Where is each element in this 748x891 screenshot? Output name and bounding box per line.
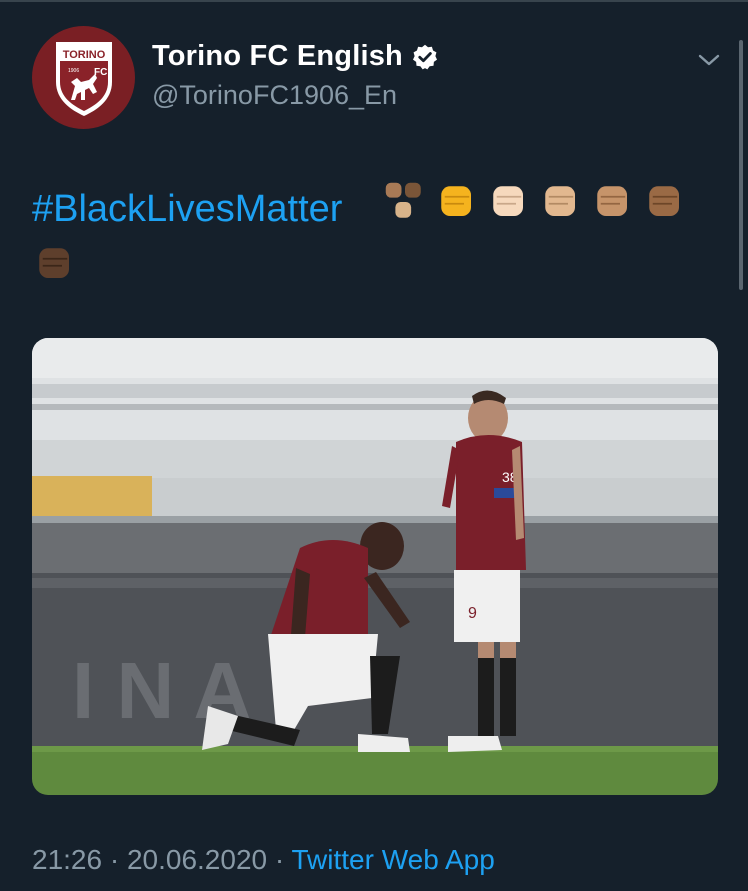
torino-crest-logo: TORINO 1906 FC <box>55 41 112 116</box>
avatar[interactable]: TORINO 1906 FC <box>32 26 135 129</box>
scrollbar[interactable] <box>739 40 743 290</box>
chevron-down-icon[interactable] <box>696 50 722 70</box>
fist-yellow-icon <box>441 186 471 216</box>
fist-medium-light-icon <box>545 186 575 216</box>
timestamp[interactable]: 21:26 · 20.06.2020 · <box>32 844 291 875</box>
players-kneeling-photo: I N A 38 9 <box>32 338 718 795</box>
raised-fists-group-icon <box>385 182 421 218</box>
svg-text:1906: 1906 <box>68 68 79 74</box>
top-divider <box>0 0 748 2</box>
emoji-row-2 <box>34 242 86 286</box>
fist-dark-icon <box>39 248 69 278</box>
fist-medium-icon <box>597 186 627 216</box>
verified-badge-icon <box>412 44 437 69</box>
tweet-meta: 21:26 · 20.06.2020 · Twitter Web App <box>32 844 495 876</box>
source-link[interactable]: Twitter Web App <box>291 844 494 875</box>
emoji-row <box>384 180 696 224</box>
tweet-photo[interactable]: I N A 38 9 <box>32 338 718 795</box>
svg-text:TORINO: TORINO <box>62 49 105 61</box>
display-name[interactable]: Torino FC English <box>152 40 403 73</box>
fist-light-icon <box>493 186 523 216</box>
hashtag-link[interactable]: #BlackLivesMatter <box>32 188 342 230</box>
svg-text:9: 9 <box>468 605 477 622</box>
user-handle[interactable]: @TorinoFC1906_En <box>152 80 397 111</box>
fist-medium-dark-icon <box>649 186 679 216</box>
